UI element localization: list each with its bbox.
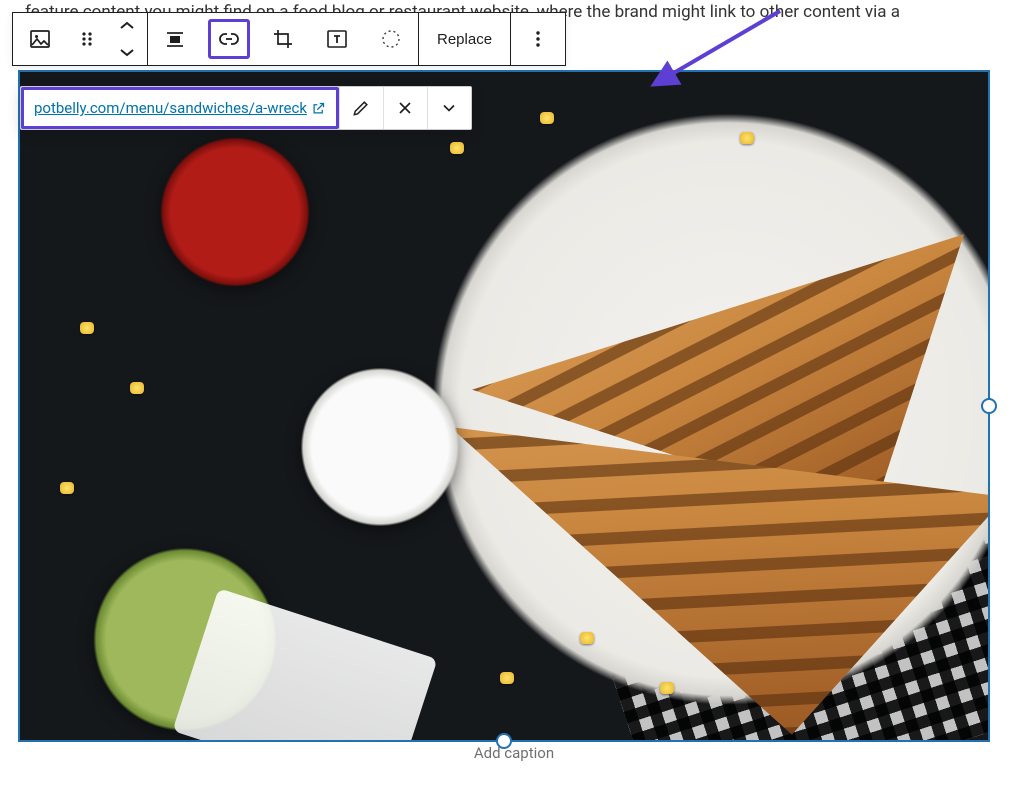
image-caption-input[interactable]: Add caption — [0, 744, 1028, 762]
move-up-down-button[interactable] — [107, 13, 147, 65]
image-content — [20, 72, 988, 740]
drag-handle-button[interactable] — [67, 13, 107, 65]
resize-handle-bottom[interactable] — [496, 733, 512, 749]
resize-handle-right[interactable] — [981, 398, 997, 414]
duotone-filter-button[interactable] — [364, 13, 418, 65]
external-link-icon — [311, 101, 326, 116]
block-type-image-button[interactable] — [13, 13, 67, 65]
link-url-text[interactable]: potbelly.com/menu/sandwiches/a-wreck — [34, 99, 307, 117]
link-popover: potbelly.com/menu/sandwiches/a-wreck — [20, 86, 472, 130]
crop-button[interactable] — [256, 13, 310, 65]
image-block[interactable] — [18, 70, 990, 742]
more-options-button[interactable] — [511, 13, 565, 65]
insert-link-button[interactable] — [202, 13, 256, 65]
block-toolbar: Replace — [12, 12, 566, 66]
align-button[interactable] — [148, 13, 202, 65]
text-overlay-button[interactable] — [310, 13, 364, 65]
annotation-arrow-icon — [630, 6, 790, 96]
link-options-button[interactable] — [427, 87, 471, 129]
remove-link-button[interactable] — [383, 87, 427, 129]
edit-link-button[interactable] — [339, 87, 383, 129]
replace-button[interactable]: Replace — [419, 13, 510, 65]
link-url-display[interactable]: potbelly.com/menu/sandwiches/a-wreck — [21, 87, 339, 129]
